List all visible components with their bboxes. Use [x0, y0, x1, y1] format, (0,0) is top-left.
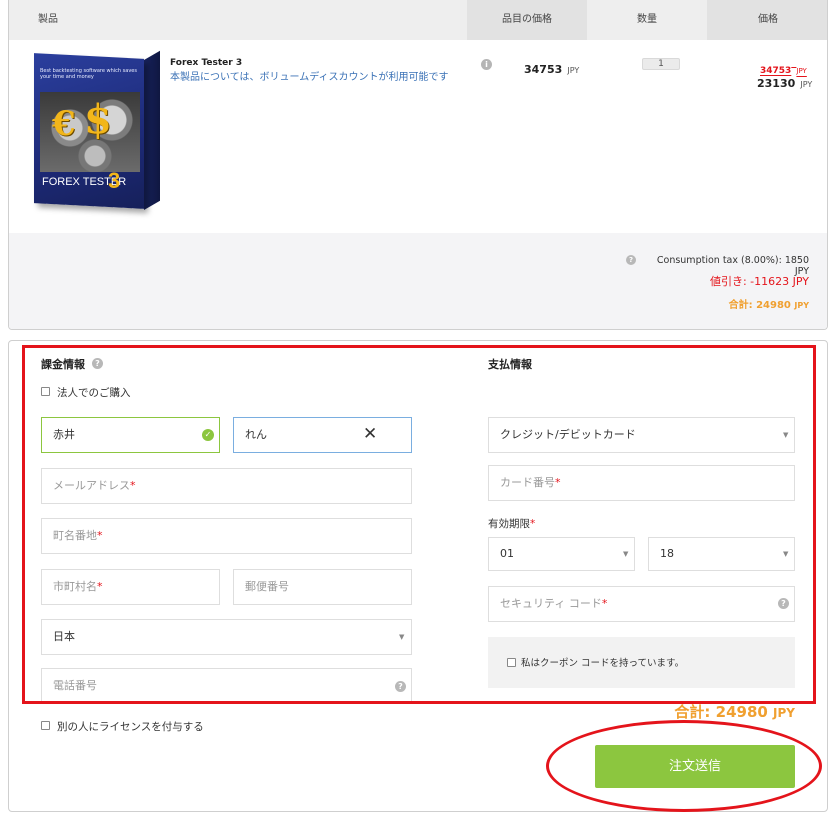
product-name: Forex Tester 3 [170, 58, 243, 68]
question-icon[interactable]: ? [626, 255, 636, 265]
header-quantity: 数量 [637, 14, 657, 25]
unit-price-currency: JPY [567, 66, 580, 75]
product-box-side [144, 50, 160, 211]
cart-header: 製品 品目の価格 数量 価格 [9, 0, 827, 40]
discount-line: 値引き: -11623 JPY [709, 275, 809, 288]
box-euro-symbol: € [52, 104, 76, 144]
info-icon[interactable]: i [481, 59, 492, 70]
unit-price: 34753 JPY [524, 58, 579, 77]
license-label: 別の人にライセンスを付与する [57, 721, 204, 733]
summary-total-label: 合計: 24980 [728, 300, 791, 311]
discounted-price: 23130 JPY [757, 72, 812, 91]
footer-total-currency: JPY [773, 706, 795, 720]
summary-total-currency: JPY [794, 301, 809, 310]
license-checkbox[interactable] [41, 721, 50, 730]
box-version: 3 [108, 168, 121, 193]
discounted-price-currency: JPY [800, 80, 813, 89]
box-tagline: Best backtesting software which saves yo… [40, 68, 137, 80]
header-price: 価格 [707, 0, 827, 40]
volume-discount-link[interactable]: 本製品については、ボリュームディスカウントが利用可能です [170, 70, 455, 85]
quantity-field[interactable]: 1 [642, 58, 680, 70]
unit-price-value: 34753 [524, 63, 563, 76]
summary-total: 合計: 24980 JPY [680, 296, 809, 311]
header-product: 製品 [38, 14, 58, 25]
box-dollar-symbol: $ [84, 96, 112, 143]
annotation-ellipse [546, 720, 822, 812]
discounted-price-value: 23130 [757, 77, 796, 90]
annotation-rectangle [22, 345, 816, 704]
header-unit-price: 品目の価格 [467, 0, 587, 40]
footer-total-label: 合計: 24980 [674, 703, 768, 721]
